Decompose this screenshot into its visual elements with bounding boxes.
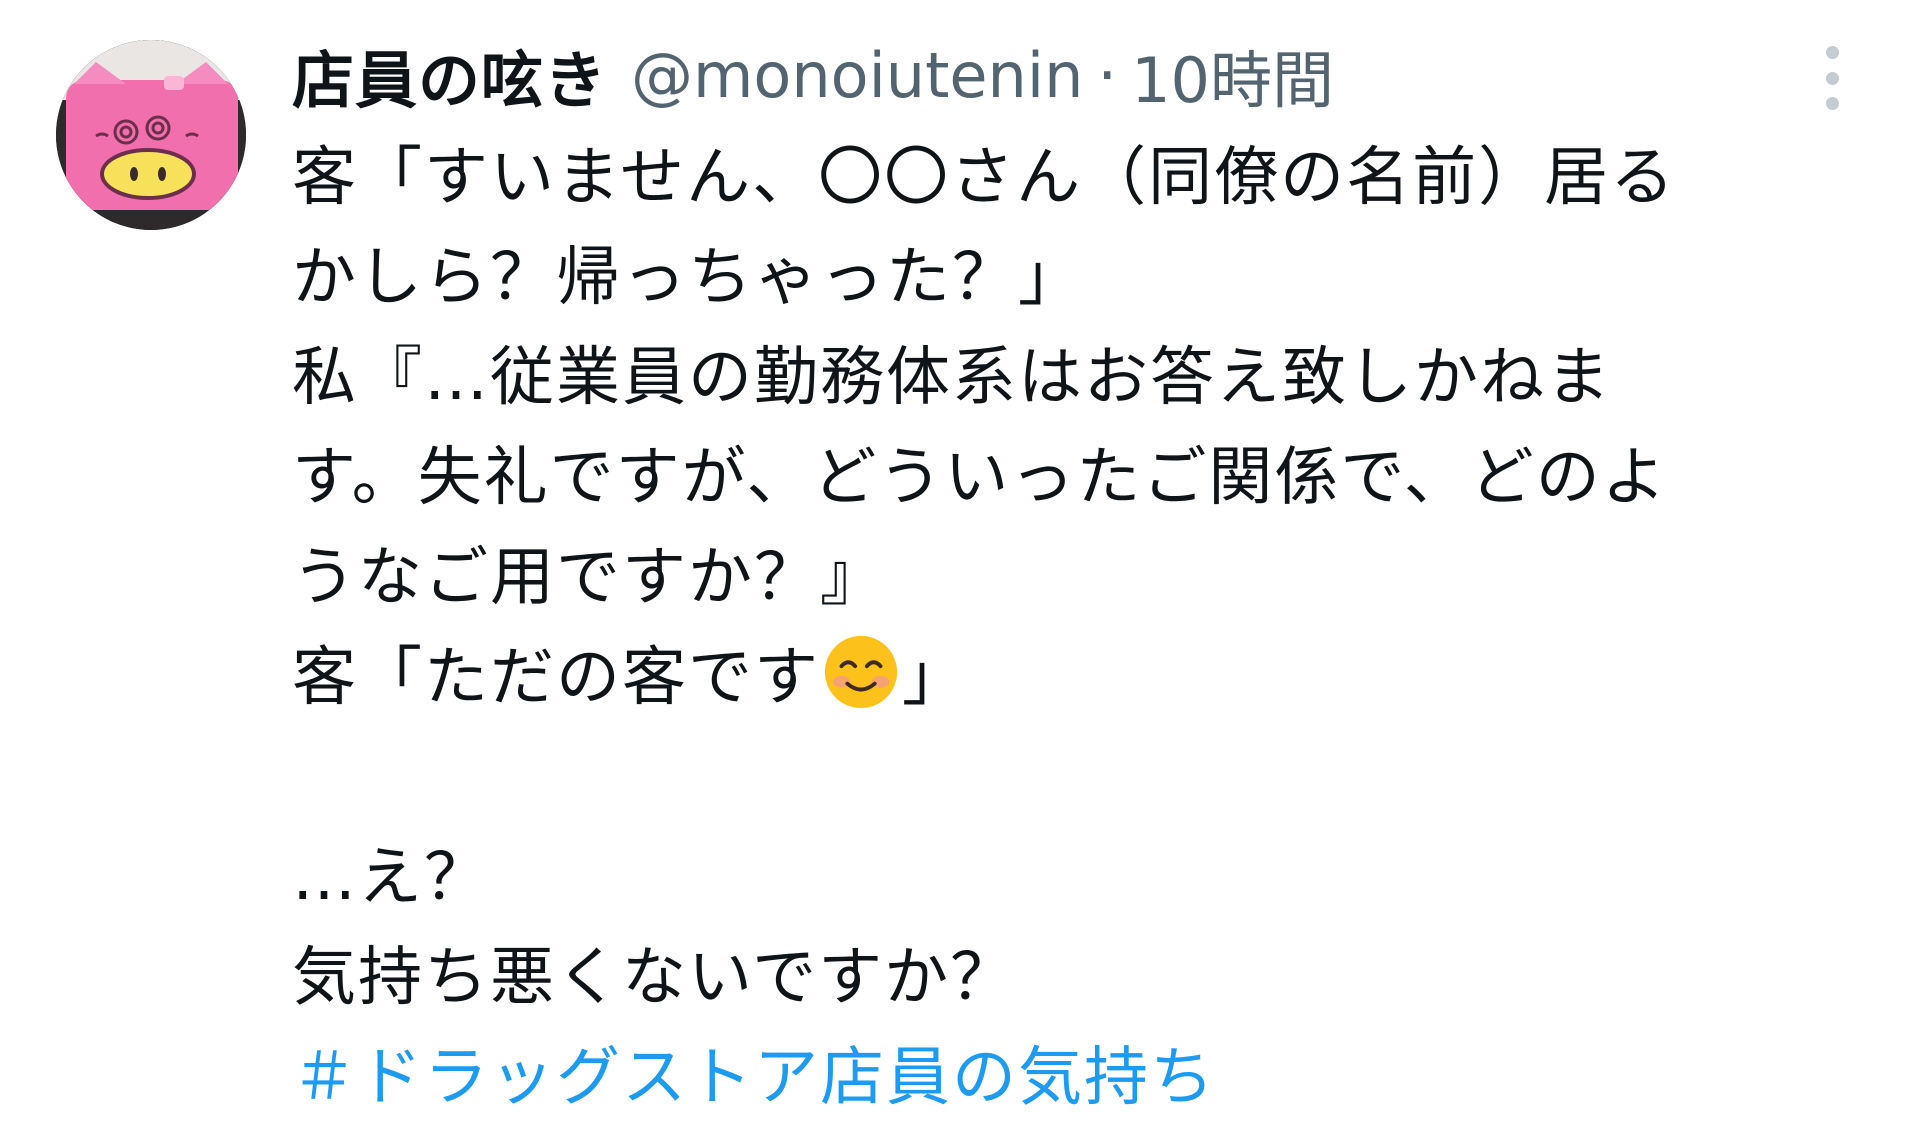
more-dot <box>1825 46 1839 59</box>
tweet-text-line-with-emoji: 客「ただの客です 」 <box>292 628 1892 728</box>
more-dot <box>1825 97 1839 110</box>
tweet-text-line: 私『…従業員の勤務体系はお答え致しかねま <box>292 341 1612 415</box>
tweet-header: 店員の呟き @monoiutenin · 10時間 <box>292 30 1334 120</box>
tweet-timestamp[interactable]: 10時間 <box>1131 30 1334 120</box>
author-avatar[interactable] <box>56 40 246 230</box>
header-separator: · <box>1097 38 1118 112</box>
hashtag-link[interactable]: ＃ドラッグストア店員の気持ち <box>292 1028 1892 1128</box>
tweet-text-segment: 客「ただの客です <box>292 641 820 715</box>
tweet: 店員の呟き @monoiutenin · 10時間 客「すいません、〇〇さん（同… <box>0 0 1920 1135</box>
tweet-text-line: 気持ち悪くないですか？ <box>292 941 1017 1015</box>
more-dot <box>1825 71 1839 85</box>
more-vertical-icon[interactable] <box>1818 46 1846 110</box>
author-display-name[interactable]: 店員の呟き <box>292 30 607 120</box>
tweet-text-line: …え？ <box>292 841 490 915</box>
tweet-text-segment: 」 <box>902 641 968 715</box>
tweet-text-line: す。失礼ですが、どういったご関係で、どのよ <box>292 441 1668 515</box>
smiling-face-emoji-icon <box>824 635 898 709</box>
tweet-text-line: うなご用ですか？』 <box>292 541 886 615</box>
tweet-text-line: 客「すいません、〇〇さん（同僚の名前）居る <box>292 141 1677 215</box>
author-handle[interactable]: @monoiutenin <box>631 39 1083 112</box>
tweet-text: 客「すいません、〇〇さん（同僚の名前）居る かしら？帰っちゃった？」 私『…従業… <box>292 128 1892 1128</box>
tweet-text-line: かしら？帰っちゃった？」 <box>292 241 1084 315</box>
pig-face-icon <box>56 40 246 230</box>
